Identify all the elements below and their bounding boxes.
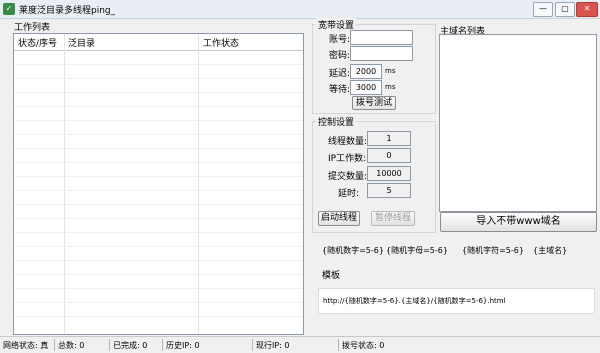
wait-unit: ms — [385, 83, 396, 91]
row-divider — [14, 316, 303, 317]
threads-label: 线程数量: — [328, 137, 368, 147]
timeout-input[interactable]: 5 — [367, 183, 411, 198]
row-divider — [14, 120, 303, 121]
submit-count-input[interactable]: 10000 — [367, 166, 411, 181]
minimize-icon[interactable]: — — [533, 2, 553, 17]
import-domains-button[interactable]: 导入不带www域名 — [440, 212, 597, 232]
window-title: 莱度泛目录多线程ping_ — [19, 6, 116, 16]
app-icon: ✓ — [3, 3, 15, 15]
row-divider — [14, 92, 303, 93]
row-divider — [14, 302, 303, 303]
status-divider — [338, 339, 339, 351]
delay-unit: ms — [385, 67, 396, 75]
work-list-header — [14, 34, 303, 51]
row-divider — [14, 232, 303, 233]
wait-input[interactable]: 3000 — [350, 80, 382, 95]
row-divider — [14, 260, 303, 261]
pause-threads-button[interactable]: 暂停线程 — [371, 211, 415, 226]
status-done: 已完成: 0 — [113, 341, 148, 350]
password-input[interactable] — [350, 46, 413, 61]
variable-random-chars[interactable]: {随机字符=5-6} — [462, 245, 524, 256]
control-settings-title: 控制设置 — [316, 115, 357, 128]
close-icon[interactable]: ✕ — [576, 2, 598, 17]
template-label: 模板 — [322, 271, 341, 281]
account-input[interactable] — [350, 30, 413, 45]
row-divider — [14, 190, 303, 191]
status-network: 网络状态: 真 — [3, 341, 49, 350]
row-divider — [14, 204, 303, 205]
variable-random-letters[interactable]: {随机字母=5-6} — [386, 245, 448, 256]
row-divider — [14, 218, 303, 219]
status-bar: 网络状态: 真 总数: 0 已完成: 0 历史IP: 0 现行IP: 0 拨号状… — [0, 336, 600, 353]
row-divider — [14, 274, 303, 275]
column-header-directory[interactable]: 泛目录 — [68, 36, 95, 49]
work-list-table[interactable]: 状态/序号 泛目录 工作状态 — [13, 33, 304, 335]
variable-random-digits[interactable]: {随机数字=5-6} — [322, 245, 384, 256]
password-label: 密码: — [329, 51, 351, 61]
work-list-label: 工作列表 — [14, 23, 51, 33]
submit-count-label: 提交数量: — [328, 172, 368, 182]
status-divider — [54, 339, 55, 351]
threads-input[interactable]: 1 — [367, 131, 411, 146]
status-current-ip: 现行IP: 0 — [256, 341, 290, 350]
delay-input[interactable]: 2000 — [350, 64, 382, 79]
delay-label: 延迟: — [329, 69, 351, 79]
status-total: 总数: 0 — [58, 341, 85, 350]
row-divider — [14, 288, 303, 289]
template-value: http://{随机数字=5-6}.{主域名}/{随机数字=5-6}.html — [323, 297, 506, 305]
ip-work-label: IP工作数: — [328, 154, 367, 164]
variable-main-domain[interactable]: {主域名} — [533, 245, 567, 256]
status-divider — [109, 339, 110, 351]
dial-test-button[interactable]: 拨号测试 — [352, 96, 396, 110]
row-divider — [14, 134, 303, 135]
row-divider — [14, 148, 303, 149]
domain-list-textarea[interactable] — [439, 34, 597, 212]
column-divider — [64, 34, 65, 334]
status-history-ip: 历史IP: 0 — [166, 341, 200, 350]
maximize-icon[interactable]: ▢ — [555, 2, 575, 17]
wait-label: 等待: — [329, 85, 351, 95]
account-label: 账号: — [329, 35, 351, 45]
ip-work-input[interactable]: 0 — [367, 148, 411, 163]
status-divider — [252, 339, 253, 351]
column-divider — [198, 34, 199, 334]
row-divider — [14, 176, 303, 177]
start-threads-button[interactable]: 启动线程 — [318, 211, 360, 226]
row-divider — [14, 106, 303, 107]
row-divider — [14, 78, 303, 79]
column-header-status[interactable]: 状态/序号 — [18, 36, 57, 49]
row-divider — [14, 162, 303, 163]
status-dial: 拨号状态: 0 — [342, 341, 385, 350]
row-divider — [14, 64, 303, 65]
timeout-label: 延时: — [338, 189, 360, 199]
column-header-work-status[interactable]: 工作状态 — [203, 36, 239, 49]
template-input[interactable]: http://{随机数字=5-6}.{主域名}/{随机数字=5-6}.html — [318, 288, 595, 314]
row-divider — [14, 246, 303, 247]
status-divider — [162, 339, 163, 351]
